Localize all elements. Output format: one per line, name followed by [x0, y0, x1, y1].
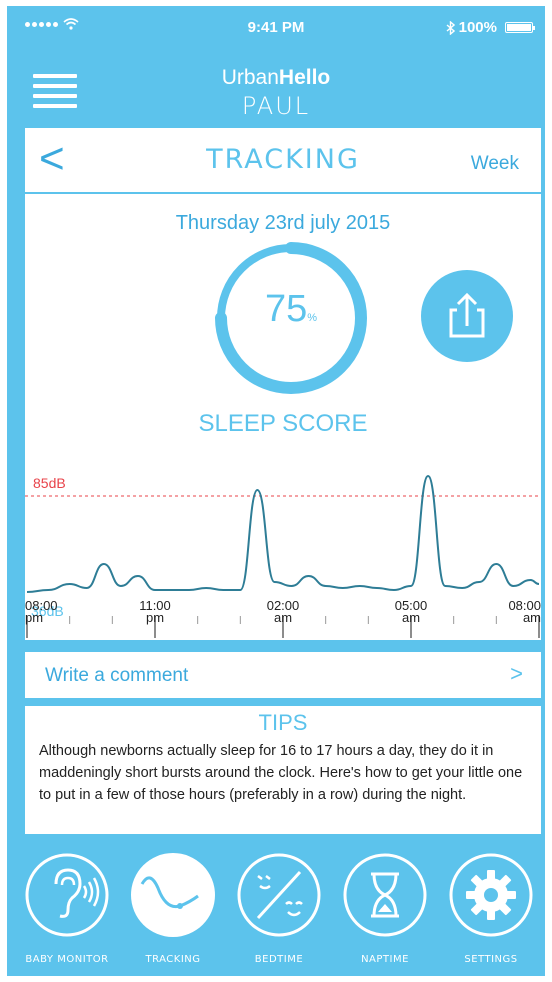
chevron-right-icon: >	[510, 661, 523, 686]
tips-body: Although newborns actually sleep for 16 …	[39, 743, 523, 803]
tips-card: TIPS Although newborns actually sleep fo…	[25, 706, 541, 834]
status-right: 100%	[446, 19, 535, 36]
battery-percent: 100%	[458, 19, 497, 36]
tab-bar: BABY MONITOR TRACKING BEDTIME NAPTIME SE…	[7, 842, 545, 976]
x-tick-label: 02:00 am	[266, 598, 300, 625]
x-tick-label: 05:00 am	[394, 598, 428, 625]
write-comment-row[interactable]: Write a comment >	[25, 652, 541, 698]
tab-baby-monitor[interactable]: BABY MONITOR	[15, 852, 119, 970]
sleep-score-value: 75%	[264, 288, 318, 330]
phone-screen: 9:41 PM 100% UrbanHello PAUL < TRACKING …	[7, 6, 545, 976]
x-tick-label: 11:00 pm	[139, 598, 171, 625]
tab-label: SETTINGS	[464, 954, 518, 965]
tracking-date: Thursday 23rd july 2015	[175, 212, 391, 234]
sleep-wave-icon	[131, 853, 215, 937]
sleep-score-label: SLEEP SCORE	[198, 410, 368, 437]
status-bar: 9:41 PM 100%	[7, 6, 545, 46]
share-icon	[449, 292, 485, 338]
week-button[interactable]: Week	[471, 153, 519, 175]
app-bar: UrbanHello PAUL	[7, 48, 545, 128]
tips-title: TIPS	[258, 710, 308, 735]
threshold-label: 85dB	[33, 475, 66, 491]
tab-label: BEDTIME	[254, 954, 304, 965]
tab-bedtime[interactable]: BEDTIME	[227, 852, 331, 970]
gear-icon	[449, 853, 533, 937]
battery-icon	[505, 22, 535, 33]
baby-name: PAUL	[241, 92, 311, 120]
hourglass-icon	[343, 853, 427, 937]
faces-icon	[237, 853, 321, 937]
bluetooth-icon	[446, 20, 455, 35]
sound-series-line	[26, 474, 540, 593]
share-button[interactable]	[421, 270, 513, 362]
tab-label: TRACKING	[145, 954, 201, 965]
tab-naptime[interactable]: NAPTIME	[333, 852, 437, 970]
tab-label: BABY MONITOR	[25, 954, 109, 965]
ear-icon	[25, 853, 109, 937]
page-title: TRACKING	[206, 144, 360, 175]
write-comment-label: Write a comment	[45, 665, 189, 686]
x-tick-label: 08:00 am	[508, 598, 541, 625]
tab-label: NAPTIME	[361, 954, 409, 965]
tracking-card: < TRACKING Week Thursday 23rd july 2015 …	[25, 128, 541, 640]
x-tick-label: 08:00 pm	[25, 598, 58, 625]
chart-tick-label-layer: 08:00 pm 11:00 pm 02:00 am 05:00 am 08:00 am	[25, 598, 541, 640]
tracking-header: < TRACKING Week	[25, 128, 541, 194]
brand-logo: UrbanHello	[221, 66, 331, 89]
tab-settings[interactable]: SETTINGS	[439, 852, 543, 970]
tab-tracking[interactable]: TRACKING	[121, 852, 225, 970]
